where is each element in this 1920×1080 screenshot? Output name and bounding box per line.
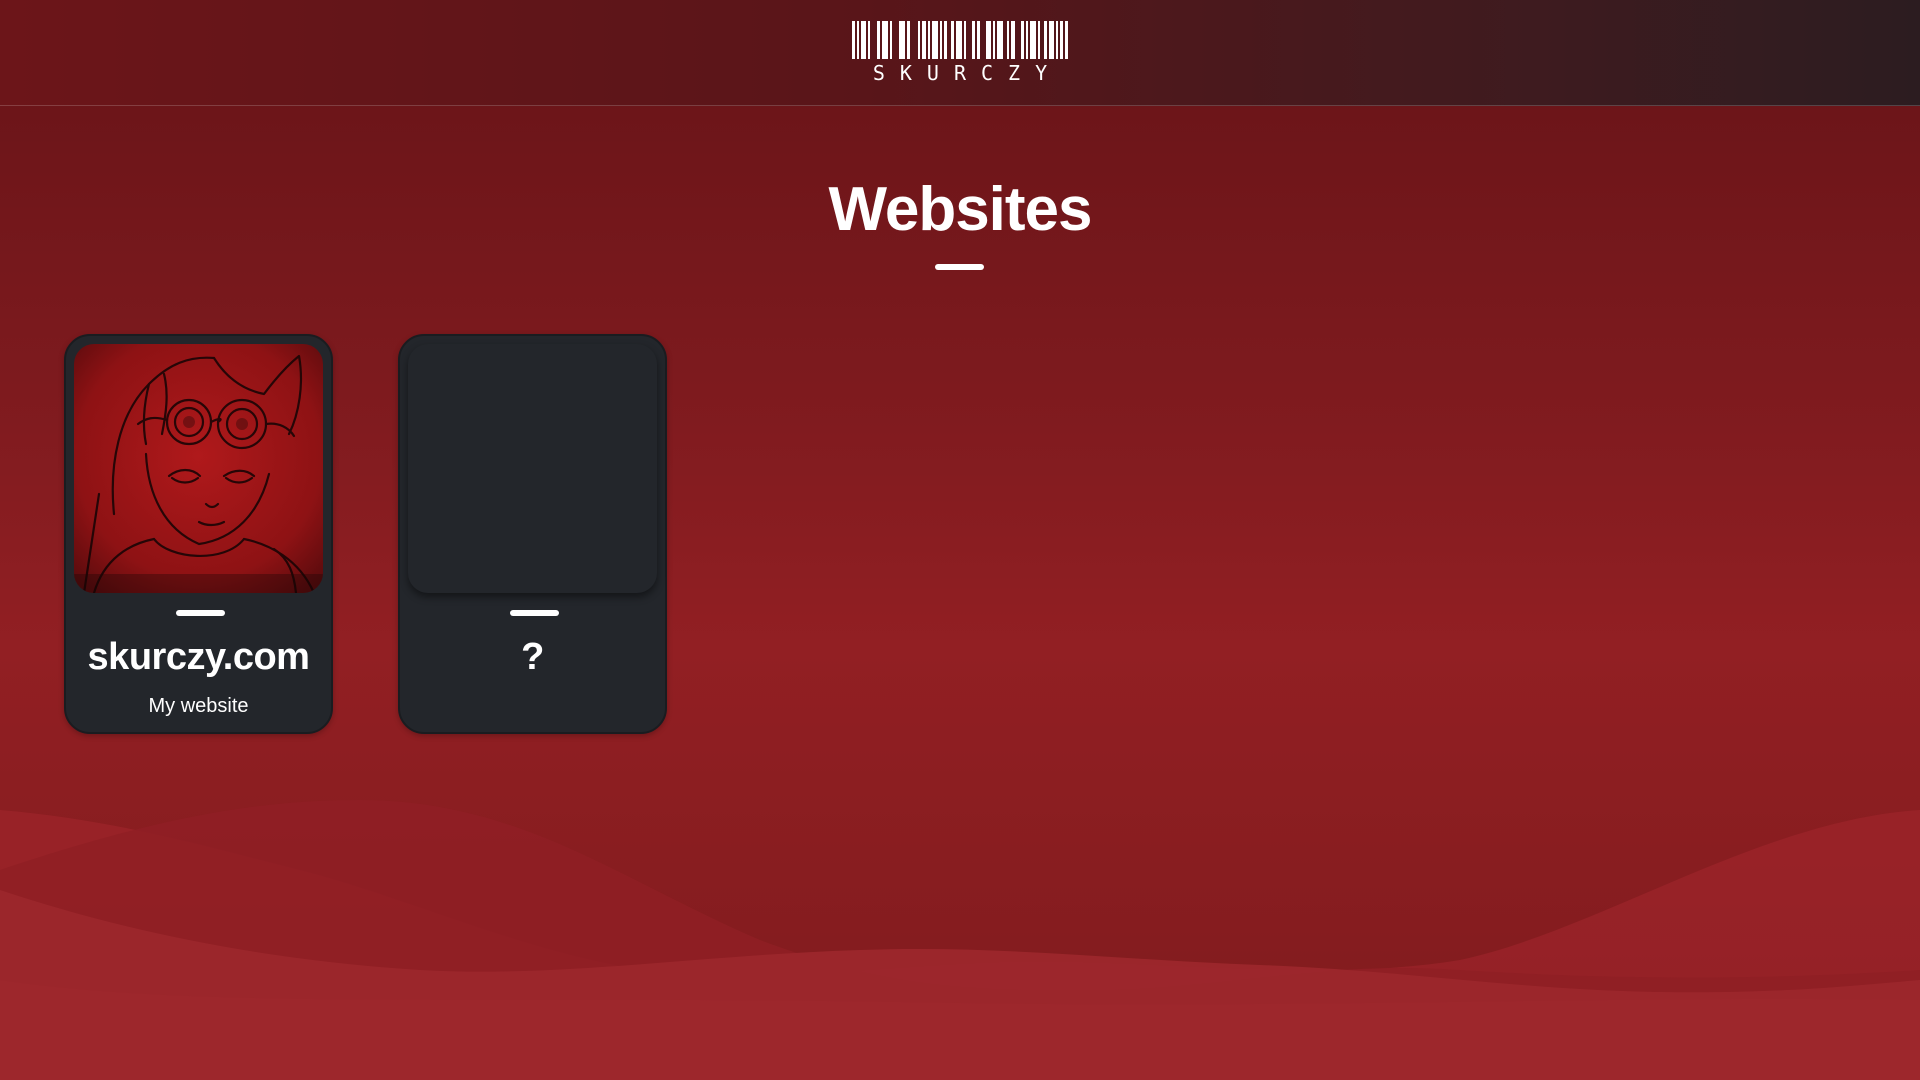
website-card-skurczy[interactable]: skurczy.com My website [64,334,333,734]
card-image-placeholder [408,344,657,593]
title-underline [935,264,984,270]
site-logo[interactable]: SKURCZY [852,21,1068,85]
website-card-unknown[interactable]: ? [398,334,667,734]
card-image-character-portrait [74,344,323,593]
barcode-icon [852,21,1068,59]
background-waves [0,800,1920,1080]
card-divider [510,610,559,616]
page-title: Websites [828,175,1092,244]
card-divider [176,610,225,616]
card-title: skurczy.com [87,636,310,678]
card-subtitle: My website [148,695,249,717]
card-title: ? [521,636,544,678]
character-sketch-image [74,344,323,593]
logo-text: SKURCZY [872,61,1063,85]
top-bar: SKURCZY [0,0,1920,106]
